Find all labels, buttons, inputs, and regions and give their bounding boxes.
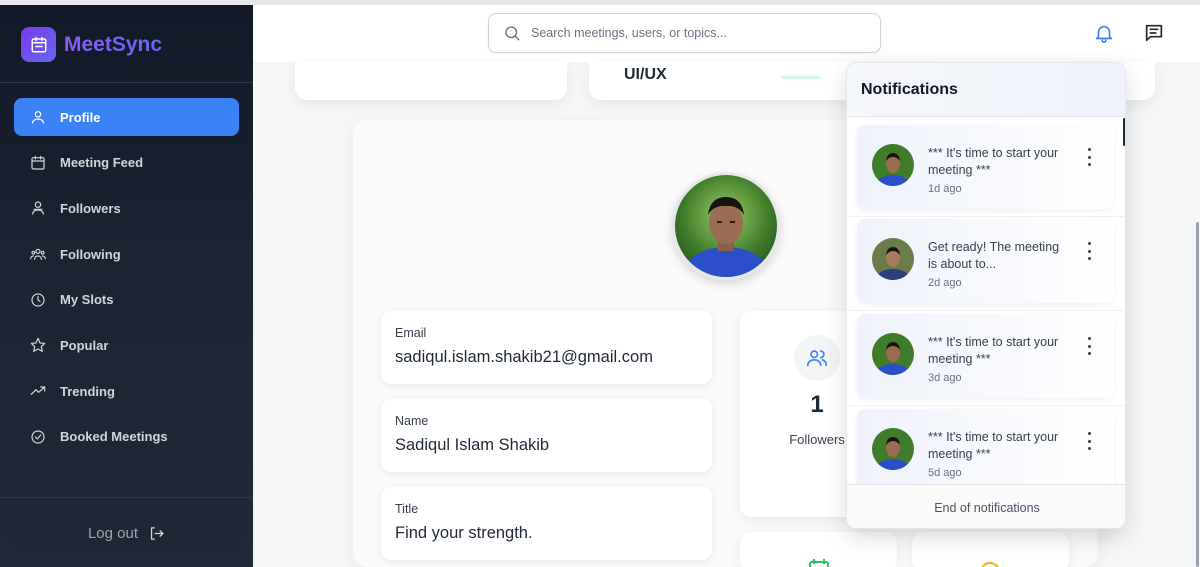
logout-button[interactable]: Log out — [14, 513, 239, 554]
divider — [847, 216, 1125, 217]
field-value: Sadiqul Islam Shakib — [395, 436, 550, 454]
sidebar-item-label: My Slots — [60, 292, 114, 308]
topic-label: UI/UX — [624, 66, 667, 83]
email-field: Email sadiqul.islam.shakib21@gmail.com — [381, 311, 712, 384]
avatar — [872, 238, 914, 280]
sidebar-item-label: Popular — [60, 337, 109, 353]
sidebar-nav: Profile Meeting Feed Followers Following… — [14, 98, 239, 464]
search-icon — [505, 26, 520, 41]
sidebar-item-meeting-feed[interactable]: Meeting Feed — [14, 144, 239, 182]
title-field: Title Find your strength. — [381, 487, 712, 560]
clock-icon — [981, 562, 999, 567]
sidebar-item-following[interactable]: Following — [14, 235, 239, 273]
calendar-icon — [30, 155, 46, 171]
sidebar-item-label: Trending — [60, 383, 115, 399]
sidebar-item-my-slots[interactable]: My Slots — [14, 281, 239, 319]
message-icon[interactable] — [1142, 21, 1166, 45]
notification-text: *** It's time to start your meeting *** — [928, 430, 1059, 461]
notification-text: Get ready! The meeting is about to... — [928, 240, 1060, 271]
notifications-list: *** It's time to start your meeting *** … — [847, 117, 1125, 493]
notification-item[interactable]: *** It's time to start your meeting *** … — [857, 125, 1114, 209]
more-options-icon[interactable] — [1082, 432, 1096, 450]
user-icon — [30, 109, 46, 125]
search-input[interactable] — [531, 26, 861, 40]
top-header — [253, 5, 1200, 62]
stat-card-clock[interactable] — [912, 532, 1069, 567]
notification-text: *** It's time to start your meeting *** — [928, 335, 1059, 366]
sidebar-item-booked-meetings[interactable]: Booked Meetings — [14, 418, 239, 456]
bell-icon[interactable] — [1092, 21, 1116, 45]
calendar-logo-icon — [21, 27, 56, 62]
notification-text: *** It's time to start your meeting *** — [928, 146, 1059, 177]
calendar-icon — [809, 559, 829, 567]
search-bar[interactable] — [488, 13, 881, 53]
users-icon — [794, 335, 840, 381]
avatar — [872, 428, 914, 470]
notification-item[interactable]: *** It's time to start your meeting *** … — [857, 409, 1114, 493]
check-circle-icon — [30, 429, 46, 445]
notification-time: 2d ago — [928, 277, 962, 289]
sidebar-item-label: Booked Meetings — [60, 429, 168, 445]
notification-time: 1d ago — [928, 183, 962, 195]
field-label: Name — [395, 414, 429, 428]
divider — [0, 82, 253, 83]
sidebar-item-label: Meeting Feed — [60, 155, 144, 171]
notifications-title: Notifications — [847, 63, 1125, 117]
field-value: Find your strength. — [395, 524, 533, 542]
sidebar: MeetSync Profile Meeting Feed Followers … — [0, 5, 253, 567]
sidebar-item-label: Following — [60, 246, 121, 262]
field-label: Title — [395, 502, 419, 516]
notification-item[interactable]: *** It's time to start your meeting *** … — [857, 314, 1114, 398]
notifications-dropdown: Notifications *** It's time to start you… — [846, 62, 1126, 529]
star-icon — [30, 337, 46, 353]
notification-item[interactable]: Get ready! The meeting is about to... 2d… — [857, 219, 1114, 303]
field-label: Email — [395, 326, 427, 340]
field-value: sadiqul.islam.shakib21@gmail.com — [395, 348, 653, 366]
avatar — [872, 144, 914, 186]
notification-time: 5d ago — [928, 467, 962, 479]
logout-icon — [150, 527, 164, 540]
sidebar-item-trending[interactable]: Trending — [14, 372, 239, 410]
more-options-icon[interactable] — [1082, 337, 1096, 355]
notifications-footer: End of notifications — [847, 484, 1125, 528]
divider — [847, 310, 1125, 311]
group-icon — [30, 246, 46, 262]
sidebar-item-followers[interactable]: Followers — [14, 189, 239, 227]
logout-label: Log out — [87, 525, 139, 542]
brand-name: MeetSync — [64, 32, 163, 56]
top-card-1 — [295, 62, 567, 100]
trending-icon — [30, 383, 46, 399]
more-options-icon[interactable] — [1082, 242, 1096, 260]
profile-avatar[interactable] — [672, 172, 780, 280]
divider — [0, 497, 253, 498]
notification-time: 3d ago — [928, 372, 962, 384]
stat-card-calendar[interactable] — [740, 532, 897, 567]
avatar — [872, 333, 914, 375]
progress-pill — [781, 76, 821, 79]
sidebar-item-label: Profile — [60, 109, 101, 125]
clock-icon — [30, 292, 46, 308]
page-scrollbar[interactable] — [1196, 222, 1199, 567]
brand[interactable]: MeetSync — [21, 27, 162, 62]
sidebar-item-label: Followers — [60, 200, 121, 216]
sidebar-item-popular[interactable]: Popular — [14, 326, 239, 364]
name-field: Name Sadiqul Islam Shakib — [381, 399, 712, 472]
users-icon — [30, 200, 46, 216]
more-options-icon[interactable] — [1082, 148, 1096, 166]
divider — [847, 405, 1125, 406]
sidebar-item-profile[interactable]: Profile — [14, 98, 239, 136]
